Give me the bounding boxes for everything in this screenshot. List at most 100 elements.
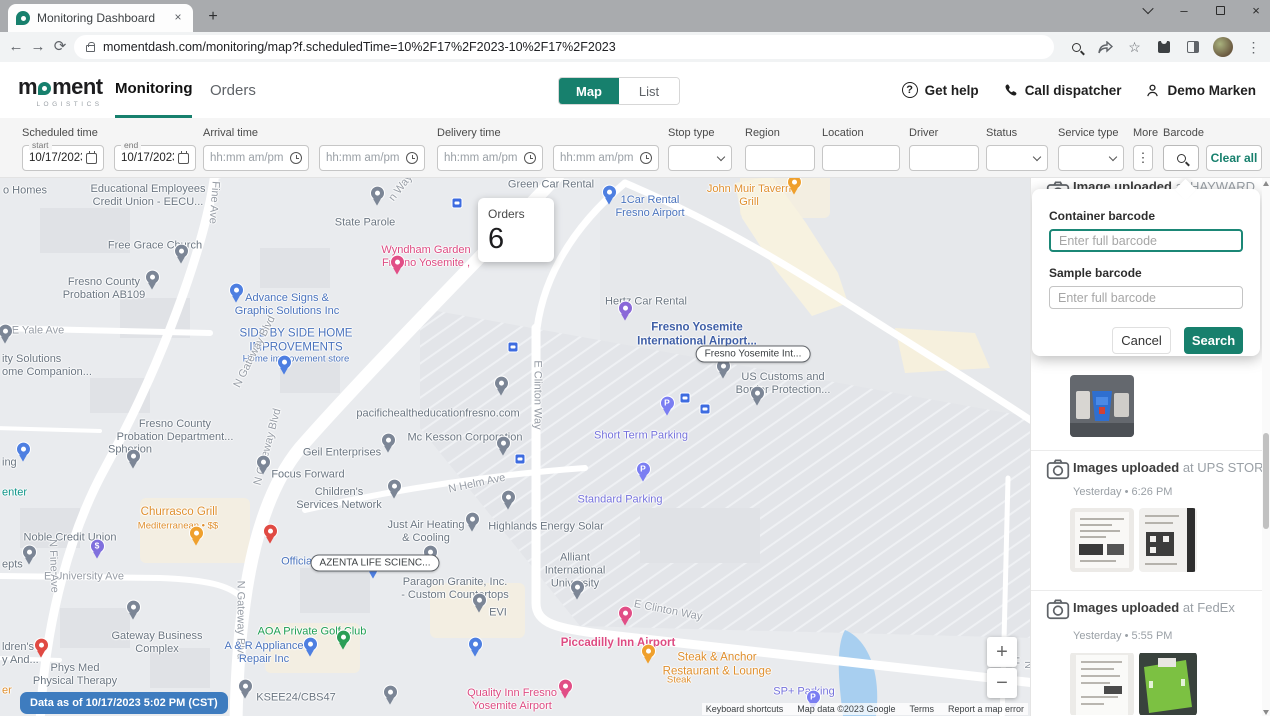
map-pin-gray-icon[interactable] [21,545,37,565]
location-field[interactable] [822,145,900,171]
map-pin-gray-icon[interactable] [125,449,141,469]
get-help-button[interactable]: Get help [902,82,979,98]
order-location-chip[interactable]: AZENTA LIFE SCIENC... [311,555,440,572]
call-dispatcher-button[interactable]: Call dispatcher [1003,83,1122,98]
map-pin-gray-icon[interactable] [749,386,765,406]
profile-avatar[interactable] [1213,37,1233,57]
map-pin-rest-icon[interactable] [640,644,656,664]
scheduled-start-input[interactable] [29,152,82,164]
map-pin-gray-icon[interactable] [569,580,585,600]
address-bar[interactable]: momentdash.com/monitoring/map?f.schedule… [74,35,1054,59]
clock-icon[interactable] [406,152,418,164]
more-filters-button[interactable] [1133,145,1153,171]
map-pin-gray-icon[interactable] [464,512,480,532]
clear-all-button[interactable]: Clear all [1206,145,1262,171]
map-pin-parking-icon[interactable]: P [659,396,675,416]
cancel-button[interactable]: Cancel [1112,327,1171,354]
map-pin-blue-icon[interactable] [15,442,31,462]
map-pin-red-icon[interactable] [262,524,278,544]
arrival-start-field[interactable] [203,145,309,171]
map-pin-parking-icon[interactable]: P [635,462,651,482]
arrival-end-input[interactable] [326,152,402,164]
window-minimize-icon[interactable]: – [1176,2,1192,18]
map-pin-green-icon[interactable] [335,630,351,650]
map-pin-gray-icon[interactable] [125,600,141,620]
map-pin-blue-icon[interactable] [276,355,292,375]
green-package-photo[interactable] [1139,652,1197,716]
extensions-puzzle-icon[interactable] [1155,39,1172,56]
map-pin-gray-icon[interactable] [237,679,253,699]
attribution-item[interactable]: Report a map error [948,704,1024,714]
map-pin-gray-icon[interactable] [255,455,271,475]
arrival-end-field[interactable] [319,145,425,171]
scroll-down-icon[interactable] [1262,708,1270,716]
calendar-icon[interactable] [178,153,189,164]
map-pin-gray-icon[interactable] [382,685,398,705]
zoom-out-button[interactable]: − [987,668,1017,698]
clock-icon[interactable] [524,152,536,164]
map-pin-gray-icon[interactable] [173,244,189,264]
map-pin-gray-icon[interactable] [471,593,487,613]
shipping-document-photo[interactable] [1070,652,1134,716]
moment-logistics-logo[interactable]: m ment LOGISTICS [18,74,103,108]
clock-icon[interactable] [290,152,302,164]
map-pin-rest-icon[interactable] [786,178,802,195]
map-pin-rest-icon[interactable] [188,526,204,546]
status-select[interactable] [986,145,1048,171]
feed-scrollbar[interactable] [1262,178,1270,716]
delivery-end-field[interactable] [553,145,659,171]
scheduled-end-field[interactable]: end [114,145,196,171]
map-pin-gray-icon[interactable] [144,270,160,290]
back-icon[interactable]: ← [8,36,24,58]
forward-icon[interactable]: → [30,36,46,58]
map-pin-gray-icon[interactable] [493,376,509,396]
map-pin-gray-icon[interactable] [0,324,13,344]
region-field[interactable] [745,145,815,171]
window-menu-chevron-icon[interactable] [1140,2,1156,18]
region-input[interactable] [752,152,808,164]
order-location-chip[interactable]: Fresno Yosemite Int... [696,346,811,363]
scroll-up-icon[interactable] [1262,178,1270,186]
package-bucket-photo[interactable] [1070,375,1134,437]
new-tab-button[interactable]: + [201,5,225,29]
map-pin-blue-icon[interactable] [467,637,483,657]
sample-barcode-input[interactable] [1049,286,1243,309]
attribution-item[interactable]: Terms [909,704,934,714]
bookmark-star-icon[interactable]: ☆ [1126,39,1143,56]
map-pin-hotel-icon[interactable] [389,255,405,275]
driver-field[interactable] [909,145,979,171]
transit-stop-icon[interactable] [508,342,519,353]
orders-cluster-card[interactable]: Orders 6 [478,198,554,262]
map-pin-carblue-icon[interactable] [601,185,617,205]
user-menu[interactable]: Demo Marken [1145,83,1256,98]
transit-stop-icon[interactable] [700,404,711,415]
map-pin-gray-icon[interactable] [386,479,402,499]
map-pin-gray-icon[interactable] [495,436,511,456]
container-barcode-input[interactable] [1049,229,1243,252]
map-pin-red-icon[interactable] [33,638,49,658]
map-pin-blue-icon[interactable] [302,637,318,657]
shipping-label-photo[interactable] [1070,508,1134,572]
calendar-icon[interactable] [86,153,97,164]
attribution-item[interactable]: Keyboard shortcuts [706,704,784,714]
map-pin-blue-icon[interactable] [228,283,244,303]
window-close-icon[interactable]: × [1248,2,1264,18]
delivery-start-input[interactable] [444,152,520,164]
map-pin-dollar-icon[interactable]: $ [89,539,105,559]
zoom-in-button[interactable]: + [987,637,1017,667]
side-panel-icon[interactable] [1184,39,1201,56]
shipping-label-barcode-photo[interactable] [1139,508,1197,572]
map-pin-gray-icon[interactable] [500,490,516,510]
transit-stop-icon[interactable] [680,393,691,404]
map-pin-carpurple-icon[interactable] [617,301,633,321]
window-restore-icon[interactable] [1212,2,1228,18]
transit-stop-icon[interactable] [452,198,463,209]
barcode-search-button[interactable] [1163,145,1199,171]
feed-entry-title[interactable]: Images uploaded at FedEx [1073,600,1235,615]
service-type-select[interactable] [1058,145,1124,171]
map-view-button[interactable]: Map [559,78,619,104]
tab-close-icon[interactable]: × [171,11,185,25]
arrival-start-input[interactable] [210,152,286,164]
map-pin-gray-icon[interactable] [380,433,396,453]
clock-icon[interactable] [640,152,652,164]
